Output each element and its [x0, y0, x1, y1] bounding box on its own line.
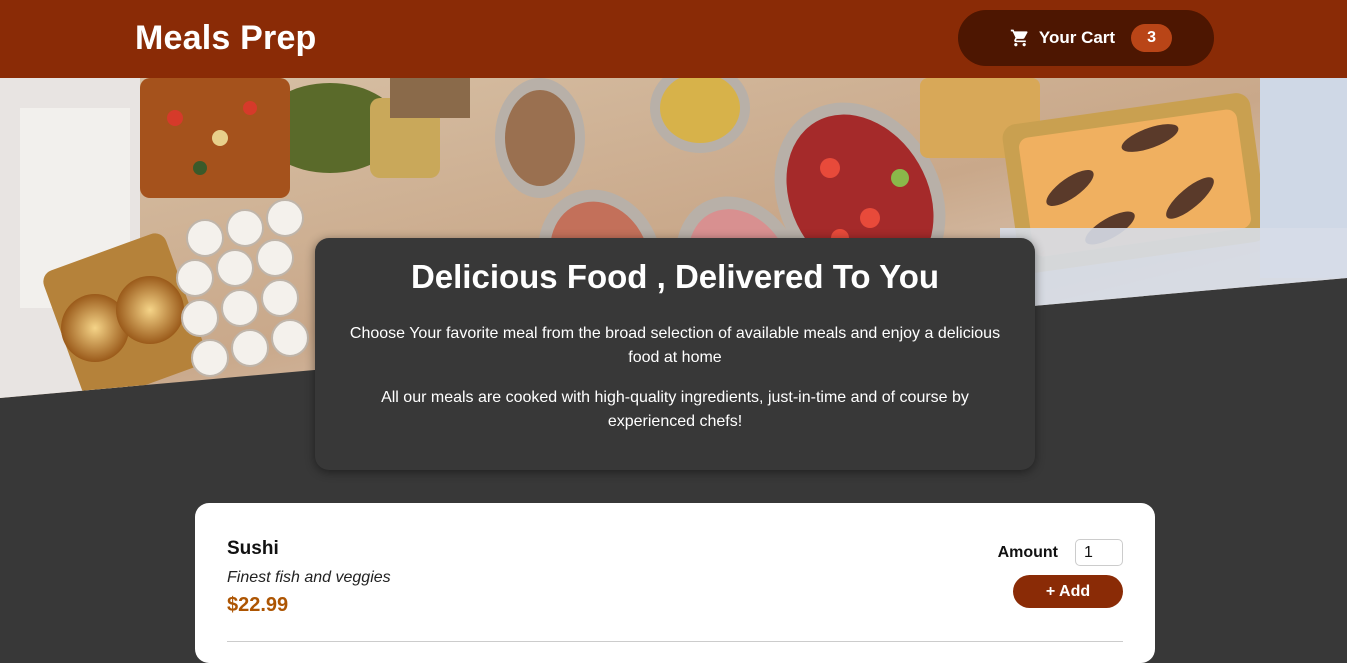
cart-button[interactable]: Your Cart 3 — [958, 10, 1214, 66]
summary-paragraph-1: Choose Your favorite meal from the broad… — [349, 325, 1001, 366]
summary-card: Delicious Food , Delivered To You Choose… — [315, 238, 1035, 470]
add-to-cart-button[interactable]: + Add — [1013, 575, 1123, 608]
meal-add-form: Amount + Add — [963, 538, 1123, 608]
meal-item: Sushi Finest fish and veggies $22.99 Amo… — [227, 538, 1123, 642]
brand-title: Meals Prep — [135, 19, 317, 57]
meals-list: Sushi Finest fish and veggies $22.99 Amo… — [195, 503, 1155, 663]
summary-title: Delicious Food , Delivered To You — [410, 258, 940, 295]
summary-paragraph-2: All our meals are cooked with high-quali… — [381, 389, 969, 430]
cart-label: Your Cart — [1038, 28, 1116, 47]
cart-icon — [1010, 28, 1030, 48]
amount-input[interactable] — [1075, 539, 1123, 566]
amount-row: Amount — [963, 539, 1123, 566]
amount-label: Amount — [997, 543, 1058, 561]
cart-count-badge: 3 — [1131, 24, 1173, 52]
site-header: Meals Prep Your Cart 3 — [0, 0, 1347, 78]
